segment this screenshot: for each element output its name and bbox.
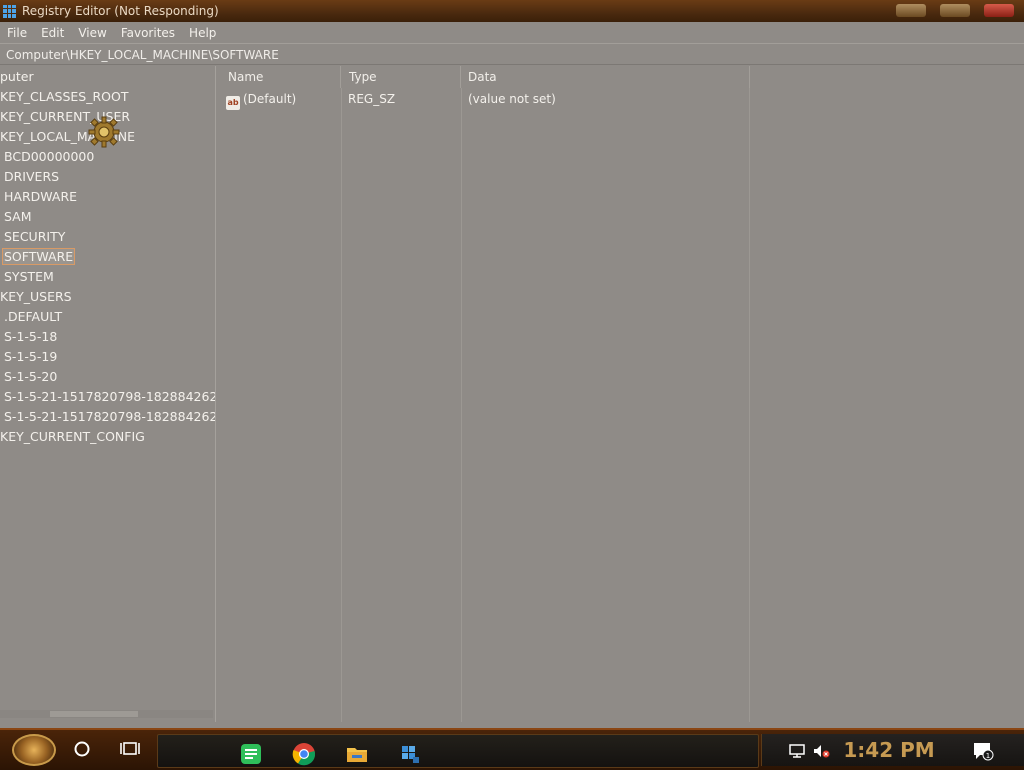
- file-explorer-icon[interactable]: [345, 742, 369, 766]
- tree-item-drivers[interactable]: DRIVERS: [4, 168, 59, 186]
- values-list-pane[interactable]: Name Type Data ab (Default) REG_SZ (value…: [218, 66, 1024, 722]
- column-divider: [749, 88, 750, 722]
- key-tree-pane[interactable]: puter KEY_CLASSES_ROOT KEY_CURRENT_USER …: [0, 66, 216, 722]
- task-view-icon[interactable]: [120, 740, 140, 758]
- registry-editor-icon[interactable]: [398, 742, 422, 766]
- tree-item-s-1-5-18[interactable]: S-1-5-18: [4, 328, 57, 346]
- start-button[interactable]: [12, 734, 56, 766]
- tree-horizontal-scrollbar[interactable]: [0, 710, 213, 718]
- network-icon[interactable]: [788, 743, 806, 759]
- system-tray: 1:42 PM 1: [761, 734, 1024, 766]
- tree-item-hkey-current-config[interactable]: KEY_CURRENT_CONFIG: [0, 428, 145, 446]
- tree-item-default[interactable]: .DEFAULT: [4, 308, 62, 326]
- value-row-name[interactable]: ab (Default): [226, 90, 296, 110]
- tree-item-s-1-5-19[interactable]: S-1-5-19: [4, 348, 57, 366]
- menu-help[interactable]: Help: [182, 26, 223, 40]
- notification-center-icon[interactable]: 1: [972, 741, 994, 761]
- menu-file[interactable]: File: [0, 26, 34, 40]
- registry-editor-icon: [3, 4, 16, 18]
- taskbar: 1:42 PM 1: [0, 728, 1024, 770]
- column-divider: [461, 88, 462, 722]
- tree-item-software[interactable]: SOFTWARE: [1, 248, 76, 266]
- tree-item-s-1-5-21-a[interactable]: S-1-5-21-1517820798-1828842622-6: [4, 388, 215, 406]
- tree-item-hardware[interactable]: HARDWARE: [4, 188, 77, 206]
- address-bar[interactable]: Computer\HKEY_LOCAL_MACHINE\SOFTWARE: [0, 43, 1024, 65]
- value-row-data: (value not set): [468, 92, 556, 106]
- maximize-button[interactable]: [940, 4, 970, 17]
- tree-item-s-1-5-20[interactable]: S-1-5-20: [4, 368, 57, 386]
- tree-item-bcd[interactable]: BCD00000000: [4, 148, 94, 166]
- tree-item-system[interactable]: SYSTEM: [4, 268, 54, 286]
- menu-view[interactable]: View: [71, 26, 113, 40]
- busy-gear-icon: [88, 116, 120, 148]
- minimize-button[interactable]: [896, 4, 926, 17]
- volume-muted-icon[interactable]: [812, 743, 830, 759]
- tree-item-security[interactable]: SECURITY: [4, 228, 65, 246]
- string-value-icon: ab: [226, 96, 240, 110]
- close-button[interactable]: [984, 4, 1014, 17]
- menu-favorites[interactable]: Favorites: [114, 26, 182, 40]
- column-divider: [341, 88, 342, 722]
- value-row-type: REG_SZ: [348, 92, 396, 106]
- tree-item-s-1-5-21-b[interactable]: S-1-5-21-1517820798-1828842622-6: [4, 408, 215, 426]
- column-header-type[interactable]: Type: [339, 66, 461, 88]
- menu-edit[interactable]: Edit: [34, 26, 71, 40]
- chrome-icon[interactable]: [292, 742, 316, 766]
- tree-item-hkey-users[interactable]: KEY_USERS: [0, 288, 72, 306]
- taskbar-apps-panel: [157, 734, 759, 768]
- scrollbar-thumb[interactable]: [50, 711, 138, 717]
- tree-item-computer[interactable]: puter: [0, 68, 34, 86]
- column-header-data[interactable]: Data: [458, 66, 750, 88]
- tree-item-sam[interactable]: SAM: [4, 208, 32, 226]
- clock[interactable]: 1:42 PM: [834, 738, 944, 762]
- tree-item-hkey-classes-root[interactable]: KEY_CLASSES_ROOT: [0, 88, 128, 106]
- title-bar[interactable]: Registry Editor (Not Responding): [0, 0, 1024, 22]
- search-circle-icon[interactable]: [73, 740, 91, 758]
- notes-app-icon[interactable]: [239, 742, 263, 766]
- menu-bar: File Edit View Favorites Help: [0, 22, 1024, 43]
- column-header-name[interactable]: Name: [218, 66, 341, 88]
- window-title: Registry Editor (Not Responding): [22, 4, 219, 18]
- notification-count: 1: [986, 752, 990, 760]
- window-controls: [896, 4, 1014, 17]
